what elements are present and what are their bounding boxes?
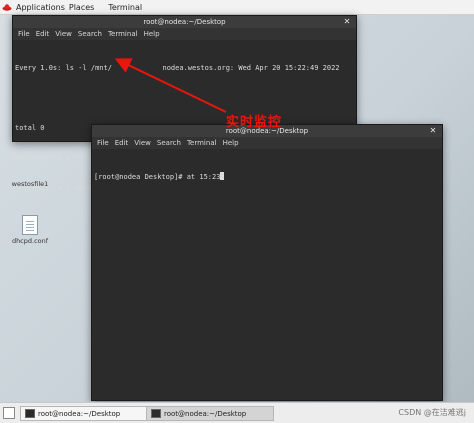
show-desktop-icon[interactable] bbox=[3, 407, 15, 419]
top-panel: Applications Places Terminal bbox=[0, 0, 474, 15]
close-icon[interactable]: ✕ bbox=[428, 126, 438, 136]
menu-help[interactable]: Help bbox=[223, 139, 239, 147]
applications-label[interactable]: Applications bbox=[16, 3, 65, 12]
redhat-logo-icon bbox=[2, 4, 12, 11]
close-icon[interactable]: ✕ bbox=[342, 17, 352, 27]
desktop-file-label: dhcpd.conf bbox=[11, 237, 49, 245]
bottom-taskbar: root@nodea:~/Desktop root@nodea:~/Deskto… bbox=[0, 402, 474, 423]
text-cursor bbox=[220, 172, 225, 180]
terminal-line: Every 1.0s: ls -l /mnt/ nodea.westos.org… bbox=[15, 64, 340, 72]
terminal-menu[interactable]: Terminal bbox=[108, 3, 142, 12]
window-title: root@nodea:~/Desktop bbox=[143, 18, 226, 26]
menu-view[interactable]: View bbox=[55, 30, 72, 38]
menu-help[interactable]: Help bbox=[144, 30, 160, 38]
menu-search[interactable]: Search bbox=[78, 30, 102, 38]
menu-terminal[interactable]: Terminal bbox=[108, 30, 138, 38]
applications-menu[interactable]: Applications bbox=[0, 2, 65, 12]
terminal-icon bbox=[151, 409, 161, 418]
watermark: CSDN @在洁难逃j bbox=[398, 408, 466, 417]
menu-edit[interactable]: Edit bbox=[115, 139, 129, 147]
taskbar-item-terminal-2[interactable]: root@nodea:~/Desktop bbox=[146, 406, 274, 421]
terminal-menubar: File Edit View Search Terminal Help bbox=[13, 28, 356, 40]
text-document-icon bbox=[22, 215, 38, 235]
terminal-window-back[interactable]: root@nodea:~/Desktop ✕ File Edit View Se… bbox=[12, 15, 357, 192]
window-titlebar[interactable]: root@nodea:~/Desktop ✕ bbox=[13, 16, 356, 28]
places-menu[interactable]: Places bbox=[69, 3, 94, 12]
prompt-text: [root@nodea Desktop]# at 15:23 bbox=[94, 173, 221, 181]
taskbar-item-terminal-1[interactable]: root@nodea:~/Desktop bbox=[20, 406, 148, 421]
menu-view[interactable]: View bbox=[134, 139, 151, 147]
menu-terminal[interactable]: Terminal bbox=[187, 139, 217, 147]
terminal-menubar: File Edit View Search Terminal Help bbox=[92, 137, 442, 149]
taskbar-item-label: root@nodea:~/Desktop bbox=[164, 409, 247, 418]
menu-file[interactable]: File bbox=[97, 139, 109, 147]
menu-edit[interactable]: Edit bbox=[36, 30, 50, 38]
menu-file[interactable]: File bbox=[18, 30, 30, 38]
terminal-icon bbox=[25, 409, 35, 418]
terminal-window-front[interactable]: root@nodea:~/Desktop ✕ File Edit View Se… bbox=[91, 124, 443, 401]
annotation-label: 实时监控 bbox=[226, 115, 283, 130]
terminal-output[interactable]: [root@nodea Desktop]# at 15:23 bbox=[92, 149, 442, 205]
taskbar-item-label: root@nodea:~/Desktop bbox=[38, 409, 121, 418]
terminal-prompt-line: [root@nodea Desktop]# at 15:23 bbox=[94, 172, 440, 182]
desktop-file-dhcpd-conf[interactable]: dhcpd.conf bbox=[8, 215, 52, 245]
menu-search[interactable]: Search bbox=[157, 139, 181, 147]
